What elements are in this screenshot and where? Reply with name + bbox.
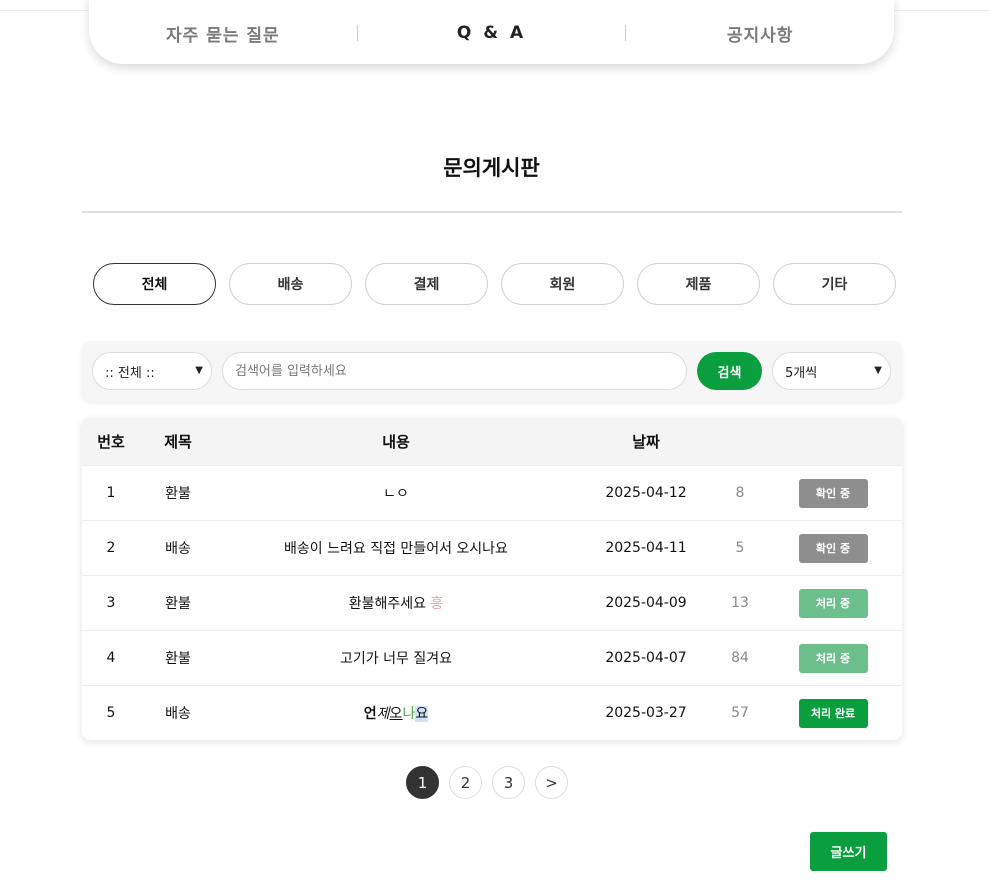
- category-delivery-button[interactable]: 배송: [229, 263, 352, 305]
- row-content: 고기가 너무 질겨요: [340, 651, 452, 667]
- search-filter-value: :: 전체 ::: [105, 365, 155, 381]
- row-no: 4: [106, 650, 116, 666]
- row-views: 13: [731, 595, 749, 611]
- content-part-bold: 언: [363, 706, 377, 722]
- row-content-text: 환불해주세요: [348, 596, 431, 612]
- category-payment-button[interactable]: 결제: [365, 263, 488, 305]
- category-member-button[interactable]: 회원: [501, 263, 624, 305]
- pagination: 1 2 3 >: [406, 766, 568, 799]
- header-content: 내용: [382, 433, 410, 451]
- status-badge: 처리 중: [798, 643, 868, 673]
- row-views: 8: [735, 485, 745, 501]
- row-date: 2025-03-27: [605, 705, 687, 721]
- search-button[interactable]: 검색: [697, 352, 762, 390]
- table-row[interactable]: 1 환불 ㄴㅇ 2025-04-12 8 확인 중: [82, 465, 902, 520]
- row-date: 2025-04-12: [605, 485, 687, 501]
- table-row[interactable]: 5 배송 언제오나요 2025-03-27 57 처리 완료: [82, 685, 902, 740]
- row-no: 2: [106, 540, 116, 556]
- status-badge: 확인 중: [798, 533, 868, 563]
- chevron-down-icon: ▼: [874, 365, 882, 376]
- row-date: 2025-04-09: [605, 595, 687, 611]
- category-product-button[interactable]: 제품: [637, 263, 760, 305]
- status-badge: 처리 중: [798, 588, 868, 618]
- board-tabs: 자주 묻는 질문 Q & A 공지사항: [89, 0, 894, 64]
- page-size-value: 5개씩: [785, 365, 818, 381]
- search-input[interactable]: [222, 352, 687, 390]
- row-views: 84: [731, 650, 749, 666]
- tab-qna[interactable]: Q & A: [358, 17, 626, 43]
- header-date: 날짜: [632, 433, 660, 451]
- row-content: 언제오나요: [216, 703, 576, 723]
- content-part-highlight: 요: [415, 706, 429, 722]
- row-no: 3: [106, 595, 116, 611]
- row-date: 2025-04-07: [605, 650, 687, 666]
- category-all-button[interactable]: 전체: [93, 263, 216, 305]
- page-1-button[interactable]: 1: [406, 766, 439, 799]
- header-category: 제목: [164, 433, 192, 451]
- page-2-button[interactable]: 2: [449, 766, 482, 799]
- page-3-button[interactable]: 3: [492, 766, 525, 799]
- row-content: 환불해주세요 흥: [216, 593, 576, 613]
- content-part-underline: 오: [389, 706, 403, 722]
- row-views: 57: [731, 705, 749, 721]
- table-row[interactable]: 2 배송 배송이 느려요 직접 만들어서 오시나요 2025-04-11 5 확…: [82, 520, 902, 575]
- row-content: 배송이 느려요 직접 만들어서 오시나요: [284, 541, 508, 557]
- title-divider: [82, 211, 902, 213]
- inquiry-table: 번호 제목 내용 날짜 1 환불 ㄴㅇ 2025-04-12 8 확인 중 2 …: [82, 418, 902, 740]
- tab-faq[interactable]: 자주 묻는 질문: [89, 15, 357, 46]
- row-category: 환불: [165, 486, 191, 502]
- table-row[interactable]: 4 환불 고기가 너무 질겨요 2025-04-07 84 처리 중: [82, 630, 902, 685]
- content-part-green: 나: [402, 706, 416, 722]
- status-badge: 처리 완료: [798, 698, 868, 728]
- chevron-down-icon: ▼: [195, 365, 203, 376]
- page-title: 문의게시판: [443, 156, 540, 180]
- search-filter-select[interactable]: :: 전체 :: ▼: [92, 352, 212, 390]
- page-size-select[interactable]: 5개씩 ▼: [772, 352, 891, 390]
- table-row[interactable]: 3 환불 환불해주세요 흥 2025-04-09 13 처리 중: [82, 575, 902, 630]
- row-category: 배송: [165, 541, 191, 557]
- content-part-italic: 제: [376, 706, 390, 722]
- row-category: 환불: [165, 651, 191, 667]
- row-category: 배송: [165, 706, 191, 722]
- row-content-extra: 흥: [430, 596, 444, 612]
- category-etc-button[interactable]: 기타: [773, 263, 896, 305]
- row-views: 5: [735, 540, 745, 556]
- row-no: 5: [106, 705, 116, 721]
- row-date: 2025-04-11: [605, 540, 687, 556]
- write-button[interactable]: 글쓰기: [810, 832, 887, 871]
- category-filter: 전체 배송 결제 회원 제품 기타: [93, 263, 896, 305]
- tab-notice[interactable]: 공지사항: [626, 15, 894, 46]
- row-category: 환불: [165, 596, 191, 612]
- next-page-button[interactable]: >: [535, 766, 568, 799]
- header-no: 번호: [97, 433, 125, 451]
- row-no: 1: [106, 485, 116, 501]
- table-header: 번호 제목 내용 날짜: [82, 418, 902, 465]
- status-badge: 확인 중: [798, 478, 868, 508]
- row-content: ㄴㅇ: [383, 486, 409, 502]
- search-bar: :: 전체 :: ▼ 검색 5개씩 ▼: [82, 341, 902, 401]
